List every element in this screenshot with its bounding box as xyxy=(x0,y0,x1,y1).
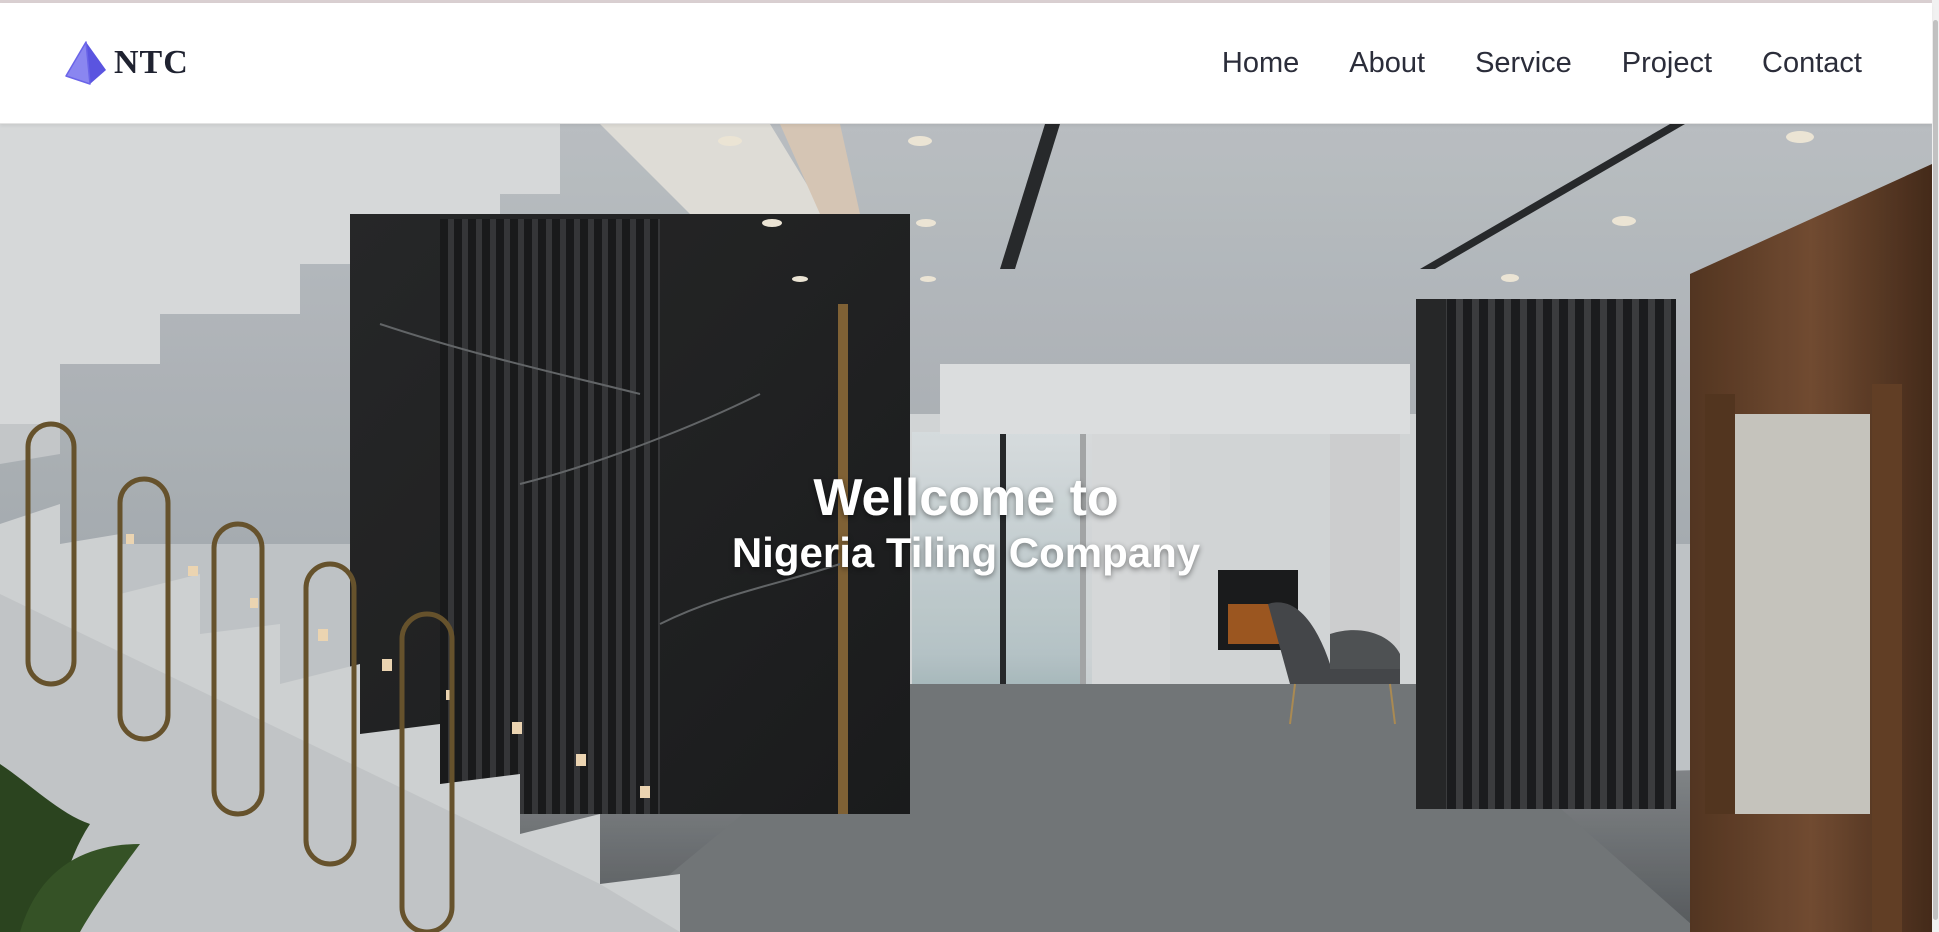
page: NTC Home About Service Project Contact W… xyxy=(0,0,1939,932)
nav-service[interactable]: Service xyxy=(1475,43,1572,83)
main-nav: Home About Service Project Contact xyxy=(1222,43,1862,83)
site-header: NTC Home About Service Project Contact xyxy=(0,3,1932,124)
nav-home[interactable]: Home xyxy=(1222,43,1299,83)
scrollbar-thumb[interactable] xyxy=(1933,20,1938,920)
hero-title: Wellcome to xyxy=(813,469,1119,527)
logo-text: NTC xyxy=(114,44,189,81)
nav-about[interactable]: About xyxy=(1349,43,1425,83)
hero-subtitle: Nigeria Tiling Company xyxy=(731,529,1201,576)
page-scrollbar[interactable] xyxy=(1932,0,1939,932)
nav-project[interactable]: Project xyxy=(1622,43,1712,83)
logo-link[interactable]: NTC xyxy=(62,39,189,87)
hero-section: Wellcome to Nigeria Tiling Company xyxy=(0,124,1932,932)
pyramid-logo-icon xyxy=(65,41,106,85)
hero-heading: Wellcome to Nigeria Tiling Company xyxy=(0,469,1932,579)
nav-contact[interactable]: Contact xyxy=(1762,43,1862,83)
